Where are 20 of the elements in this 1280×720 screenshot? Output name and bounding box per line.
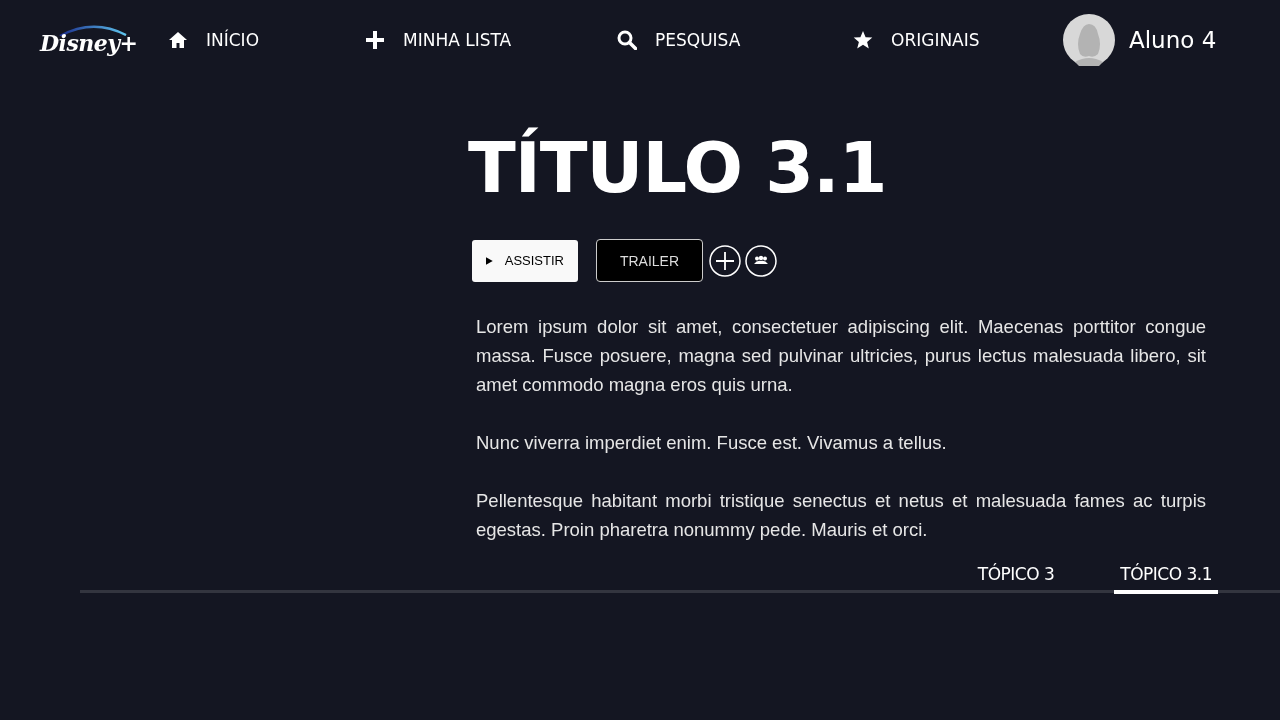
watch-button[interactable]: ASSISTIR	[472, 239, 578, 282]
avatar-icon[interactable]	[1063, 14, 1115, 66]
home-icon	[168, 30, 188, 50]
add-icon[interactable]	[709, 244, 741, 277]
logo[interactable]: Disney+	[40, 24, 140, 56]
search-icon	[617, 30, 637, 50]
description-paragraph: Nunc viverra imperdiet enim. Fusce est. Vivamus a tellus.	[476, 431, 948, 455]
nav-link[interactable]: INÍCIO	[168, 30, 365, 50]
trailer-button[interactable]: TRAILER	[596, 239, 703, 282]
nav-link[interactable]: MINHA LISTA	[365, 30, 617, 50]
description-paragraph: Pellentesque habitant morbi tristique senectus et netus et malesuada fames ac turpis egestas. Proin pharetra nonummy pede. Mauris et orci.	[476, 489, 1206, 542]
topic-tab[interactable]: TÓPICO 3	[971, 560, 1061, 594]
topic-tab[interactable]: TÓPICO 3.1	[1114, 560, 1218, 594]
plus-icon	[365, 30, 385, 50]
nav-link[interactable]: PESQUISA	[617, 30, 853, 50]
group-icon[interactable]	[745, 244, 777, 277]
star-icon	[853, 30, 873, 50]
nav-link[interactable]: ORIGINAIS	[853, 30, 1063, 50]
profile-name: Aluno 4	[1129, 27, 1217, 53]
description-paragraph: Lorem ipsum dolor sit amet, consectetuer adipiscing elit. Maecenas porttitor congue massa. Fusce posuere, magna sed pulvinar ultricies, purus lectus malesuada libero, sit amet commodo magna eros quis urna.	[476, 315, 1206, 397]
